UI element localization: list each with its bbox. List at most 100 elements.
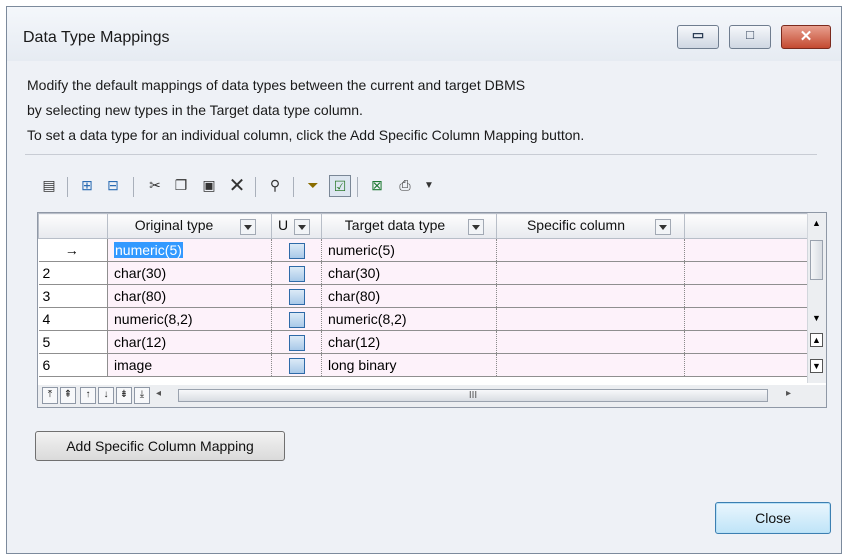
empty-cell [684, 284, 808, 308]
scroll-up-icon[interactable]: ▲ [812, 218, 821, 228]
filter-icon[interactable]: ⏷ [303, 175, 323, 195]
empty-cell [684, 330, 808, 354]
maximize-button[interactable]: □ [729, 25, 771, 49]
close-button[interactable]: Close [715, 502, 831, 534]
paste-icon[interactable]: ▣ [199, 175, 219, 195]
column-label: Target data type [344, 217, 446, 234]
toolbar-separator [293, 177, 294, 197]
move-to-top-icon[interactable]: ⤒ [42, 387, 58, 404]
row-header: 6 [38, 353, 108, 377]
u-checkbox[interactable] [288, 242, 305, 259]
column-filter-icon[interactable] [294, 218, 311, 235]
original-type-cell[interactable]: char(30) [107, 261, 272, 285]
minimize-button[interactable]: ▭ [677, 25, 719, 49]
column-label: Original type [134, 217, 214, 234]
specific-column-cell[interactable] [496, 284, 685, 308]
u-cell[interactable] [271, 353, 322, 377]
move-to-bottom-icon[interactable]: ⤓ [134, 387, 150, 404]
target-type-cell[interactable]: numeric(8,2) [321, 307, 497, 331]
page-down-icon[interactable]: ▼ [810, 359, 823, 373]
delete-icon[interactable]: ✕ [227, 175, 247, 197]
cut-icon[interactable]: ✂ [145, 175, 165, 195]
original-type-cell[interactable]: numeric(5) [107, 238, 272, 262]
column-filter-icon[interactable] [468, 218, 484, 235]
u-cell[interactable] [271, 261, 322, 285]
u-checkbox[interactable] [288, 288, 305, 305]
u-checkbox[interactable] [288, 357, 305, 374]
table-row[interactable]: 5 char(12) char(12) [38, 330, 808, 354]
title-bar[interactable]: Data Type Mappings ▭ □ ✕ [7, 7, 841, 61]
insert-row-icon[interactable]: ⊞ [77, 175, 97, 195]
scroll-left-icon[interactable]: ◂ [156, 388, 161, 399]
original-type-cell[interactable]: char(12) [107, 330, 272, 354]
u-checkbox[interactable] [288, 265, 305, 282]
minimize-icon: ▭ [691, 27, 705, 42]
enable-filter-icon[interactable]: ☑ [329, 175, 351, 197]
scroll-right-icon[interactable]: ▸ [786, 388, 791, 399]
target-type-cell[interactable]: char(30) [321, 261, 497, 285]
close-icon: ✕ [799, 28, 813, 45]
scroll-down-icon[interactable]: ▼ [812, 313, 821, 323]
dropdown-arrow-icon[interactable]: ▼ [419, 175, 439, 195]
empty-cell [684, 238, 808, 262]
close-window-button[interactable]: ✕ [781, 25, 831, 49]
properties-icon[interactable]: ▤ [39, 175, 59, 195]
row-header: 3 [38, 284, 108, 308]
original-type-cell[interactable]: image [107, 353, 272, 377]
column-label: U [278, 217, 289, 234]
find-icon[interactable]: ⚲ [265, 175, 285, 195]
table-row[interactable]: 4 numeric(8,2) numeric(8,2) [38, 307, 808, 331]
table-row[interactable]: 2 char(30) char(30) [38, 261, 808, 285]
specific-column-cell[interactable] [496, 353, 685, 377]
specific-column-cell[interactable] [496, 307, 685, 331]
empty-cell [684, 353, 808, 377]
vertical-scrollbar[interactable]: ▲ ▼ ▲ ▼ [807, 213, 826, 383]
specific-column-cell[interactable] [496, 330, 685, 354]
target-type-cell[interactable]: long binary [321, 353, 497, 377]
move-down-icon[interactable]: ↓ [98, 387, 114, 404]
add-row-icon[interactable]: ⊟ [103, 175, 123, 195]
u-cell[interactable] [271, 330, 322, 354]
excel-export-icon[interactable]: ⊠ [367, 175, 387, 195]
move-up-page-icon[interactable]: ⇞ [60, 387, 76, 404]
u-cell[interactable] [271, 238, 322, 262]
move-up-icon[interactable]: ↑ [80, 387, 96, 404]
print-icon[interactable]: ⎙ [395, 175, 415, 195]
target-type-cell[interactable]: numeric(5) [321, 238, 497, 262]
empty-cell [684, 307, 808, 331]
move-down-page-icon[interactable]: ⇟ [116, 387, 132, 404]
column-filter-icon[interactable] [240, 218, 256, 235]
column-header-specific-column[interactable]: Specific column [496, 213, 685, 239]
u-checkbox[interactable] [288, 311, 305, 328]
column-label: Specific column [526, 217, 626, 234]
mapping-table: Original type U Target data type Specifi… [38, 213, 808, 377]
target-type-cell[interactable]: char(80) [321, 284, 497, 308]
column-header-original-type[interactable]: Original type [107, 213, 272, 239]
table-row[interactable]: → numeric(5) numeric(5) [38, 238, 808, 262]
page-up-icon[interactable]: ▲ [810, 333, 823, 347]
u-cell[interactable] [271, 284, 322, 308]
window-title: Data Type Mappings [23, 29, 170, 46]
original-type-cell[interactable]: numeric(8,2) [107, 307, 272, 331]
vertical-scroll-thumb[interactable] [810, 240, 823, 280]
divider [25, 154, 817, 155]
maximize-icon: □ [746, 27, 754, 42]
specific-column-cell[interactable] [496, 238, 685, 262]
column-header-target-type[interactable]: Target data type [321, 213, 497, 239]
selected-cell-text[interactable]: numeric(5) [114, 242, 183, 258]
horizontal-scroll-thumb[interactable]: III [178, 389, 768, 402]
specific-column-cell[interactable] [496, 261, 685, 285]
column-header-u[interactable]: U [271, 213, 322, 239]
row-header: 5 [38, 330, 108, 354]
table-row[interactable]: 6 image long binary [38, 353, 808, 377]
u-checkbox[interactable] [288, 334, 305, 351]
copy-icon[interactable]: ❐ [171, 175, 191, 195]
add-specific-column-mapping-button[interactable]: Add Specific Column Mapping [35, 431, 285, 461]
target-type-cell[interactable]: char(12) [321, 330, 497, 354]
original-type-cell[interactable]: char(80) [107, 284, 272, 308]
column-filter-icon[interactable] [655, 218, 671, 235]
table-row[interactable]: 3 char(80) char(80) [38, 284, 808, 308]
empty-cell [684, 261, 808, 285]
column-header-empty [684, 213, 808, 239]
u-cell[interactable] [271, 307, 322, 331]
